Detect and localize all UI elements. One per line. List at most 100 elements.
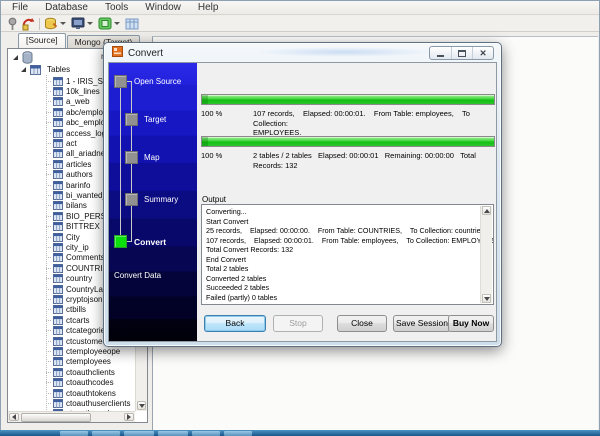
tree-item[interactable]: bilans: [46, 201, 87, 211]
scroll-left-button[interactable]: [9, 413, 19, 421]
tree-item[interactable]: ctemployees: [46, 357, 111, 367]
tree-connector: [46, 320, 52, 321]
tree-item[interactable]: authors: [46, 170, 93, 180]
step-marker-target: [125, 113, 138, 126]
taskbar-button[interactable]: [60, 431, 88, 436]
tree-item-label: ctbills: [66, 305, 86, 314]
tree-item[interactable]: cryptojson: [46, 294, 102, 304]
tree-item-label: cryptojson: [66, 295, 102, 304]
menu-window[interactable]: Window: [138, 2, 188, 13]
tree-item[interactable]: ctcarts: [46, 315, 90, 325]
back-button[interactable]: Back: [204, 315, 266, 332]
scroll-down-button[interactable]: [137, 401, 146, 410]
tree-root[interactable]: r: [13, 52, 36, 63]
table-progress-bar: [201, 94, 495, 105]
tree-item[interactable]: barinfo: [46, 180, 90, 190]
pin-icon[interactable]: [4, 16, 20, 31]
toolbar-separator: [39, 18, 40, 30]
dropdown-caret[interactable]: [114, 22, 120, 25]
map-icon[interactable]: [70, 16, 86, 31]
tree-item[interactable]: abc/employe: [46, 107, 111, 117]
tree-horizontal-scrollbar[interactable]: [8, 411, 135, 422]
tree-item[interactable]: BITTREX: [46, 222, 100, 232]
save-session-button[interactable]: Save Session: [393, 315, 451, 332]
output-line: End Convert: [206, 255, 477, 265]
stop-button[interactable]: Stop: [273, 315, 323, 332]
taskbar-button[interactable]: [158, 431, 188, 436]
taskbar-button[interactable]: [92, 431, 120, 436]
tree-connector: [46, 403, 52, 404]
tree-item[interactable]: ctbills: [46, 305, 86, 315]
tree-connector: [46, 122, 52, 123]
tree-item[interactable]: city_ip: [46, 242, 89, 252]
table-icon: [53, 129, 63, 138]
tab-source[interactable]: [Source]: [18, 33, 66, 48]
dialog-body: Open Source Target Map Summary Convert C…: [108, 62, 497, 342]
tree-connector: [46, 268, 52, 269]
tree-connector: [46, 257, 52, 258]
taskbar-button[interactable]: [192, 431, 220, 436]
tree-connector: [46, 153, 52, 154]
open-source-icon[interactable]: [43, 16, 59, 31]
tree-item[interactable]: bi_wanted_c: [46, 190, 111, 200]
tree-item[interactable]: ctoauthcodes: [46, 378, 114, 388]
close-button[interactable]: ✕: [472, 47, 493, 59]
disconnect-icon[interactable]: [20, 16, 36, 31]
tree-item[interactable]: ctoauthtokens: [46, 388, 116, 398]
tree-item[interactable]: ctoauthuserclients: [46, 398, 130, 408]
tree-node-tables[interactable]: Tables: [21, 64, 70, 75]
tree-item-label: act: [66, 139, 77, 148]
tree-connector: [46, 351, 52, 352]
output-scrollbar[interactable]: [480, 206, 492, 303]
expand-icon[interactable]: [13, 55, 18, 60]
tree-connector: [46, 330, 52, 331]
convert-icon[interactable]: [97, 16, 113, 31]
scroll-down-button[interactable]: [482, 294, 491, 303]
taskbar-button[interactable]: [224, 431, 252, 436]
taskbar-button[interactable]: [124, 431, 154, 436]
table-icon: [53, 285, 63, 294]
scroll-up-button[interactable]: [482, 206, 491, 215]
tree-item[interactable]: act: [46, 138, 77, 148]
scroll-right-button[interactable]: [124, 413, 134, 421]
table-icon: [53, 118, 63, 127]
tree-item[interactable]: access_logs: [46, 128, 110, 138]
close-button[interactable]: Close: [337, 315, 387, 332]
table-icon: [53, 357, 63, 366]
tree-item[interactable]: 10k_lines: [46, 86, 100, 96]
scroll-thumb[interactable]: [21, 413, 91, 422]
maximize-button[interactable]: [451, 47, 472, 59]
tree-connector: [46, 143, 52, 144]
tree-item[interactable]: ctoauthclients: [46, 367, 115, 377]
tree-item[interactable]: all_ariadne: [46, 149, 105, 159]
menu-tools[interactable]: Tools: [98, 2, 135, 13]
minimize-button[interactable]: [430, 47, 451, 59]
buy-now-button[interactable]: Buy Now: [448, 315, 494, 332]
menu-help[interactable]: Help: [191, 2, 226, 13]
table-icon: [53, 378, 63, 387]
dropdown-caret[interactable]: [87, 22, 93, 25]
dialog-titlebar[interactable]: Convert: [112, 46, 163, 60]
tree-item[interactable]: a_web: [46, 97, 90, 107]
table-icon: [53, 108, 63, 117]
menu-file[interactable]: File: [5, 2, 35, 13]
tree-item[interactable]: country: [46, 274, 92, 284]
output-log[interactable]: Converting...Start Convert25 records, El…: [201, 204, 494, 305]
table-progress-text: 107 records, Elapsed: 00:00:01. From Tab…: [253, 109, 491, 138]
tree-item-label: ctemployees: [66, 357, 111, 366]
dropdown-caret[interactable]: [60, 22, 66, 25]
tree-item[interactable]: Comments: [46, 253, 105, 263]
tree-item[interactable]: ctcategories: [46, 326, 109, 336]
expand-icon[interactable]: [21, 67, 26, 72]
tree-item[interactable]: articles: [46, 159, 91, 169]
tree-item-label: ctoauthuserclients: [66, 399, 130, 408]
tree-item-label: city_ip: [66, 243, 89, 252]
output-line: Converted 2 tables: [206, 274, 477, 284]
menu-database[interactable]: Database: [38, 2, 95, 13]
tree-item-label: country: [66, 274, 92, 283]
table-icon: [53, 212, 63, 221]
table-view-icon[interactable]: [124, 16, 140, 31]
tree-item[interactable]: ctemployeeope: [46, 346, 120, 356]
tree-item[interactable]: City: [46, 232, 80, 242]
toolbar: [1, 16, 599, 32]
